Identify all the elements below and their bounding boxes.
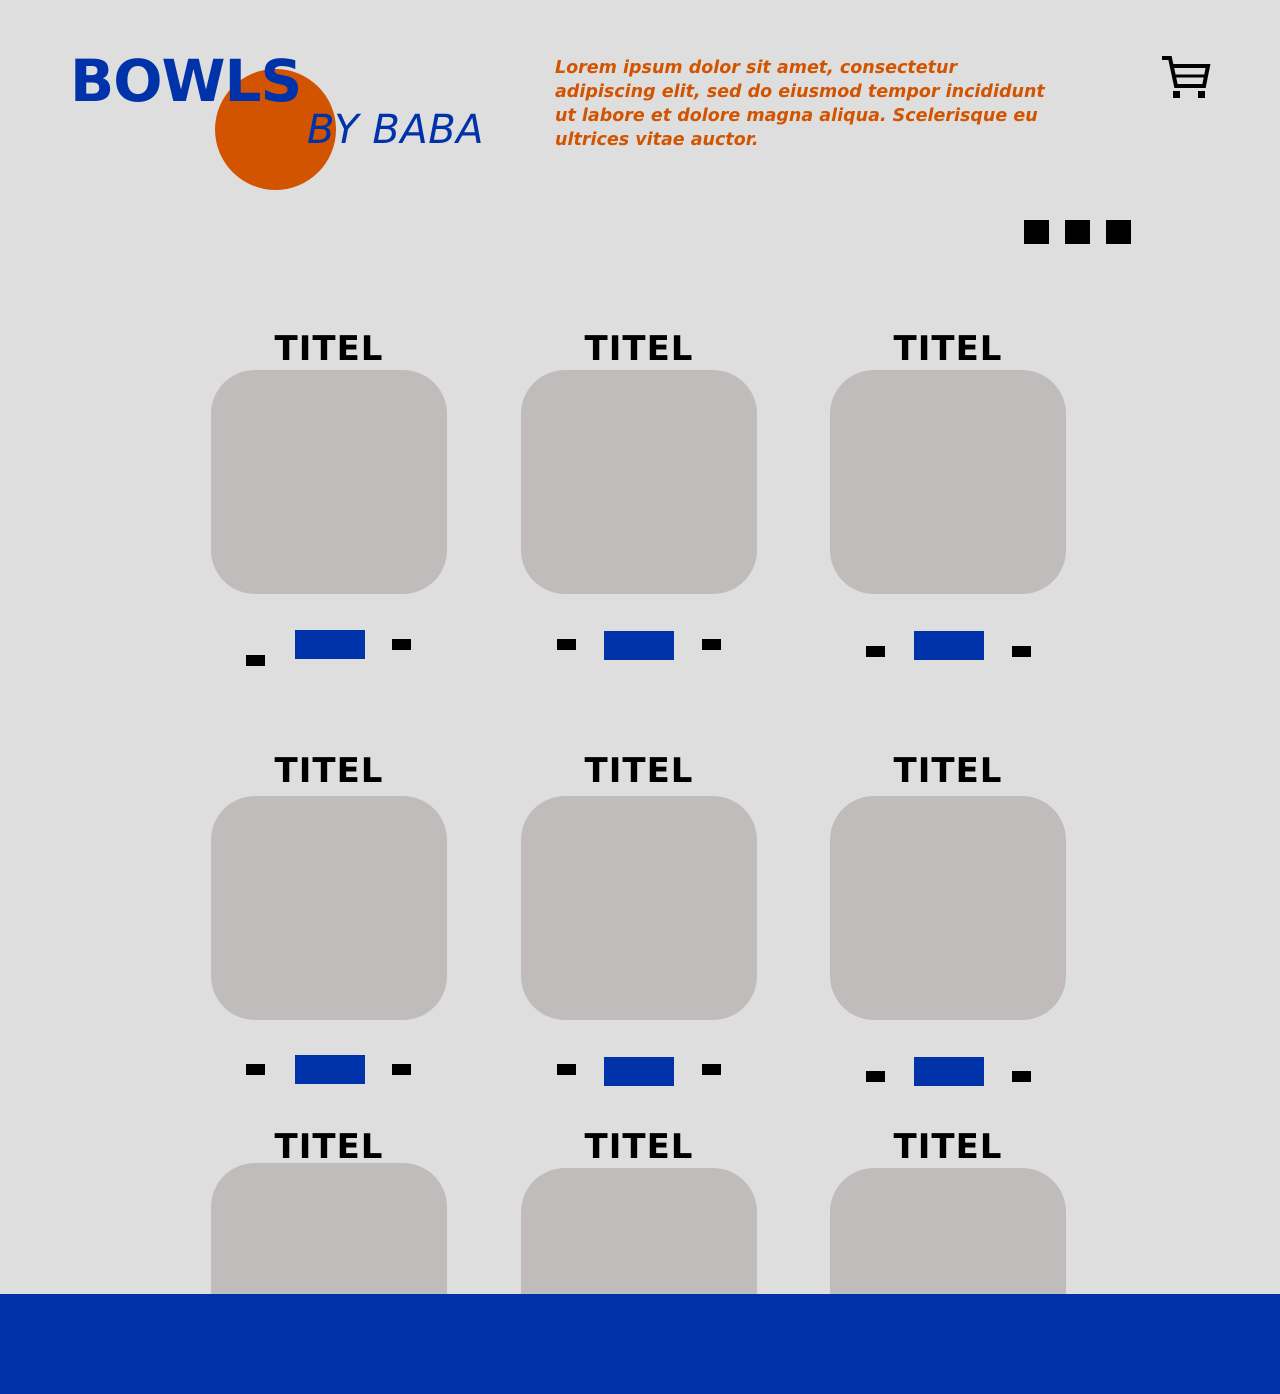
product-title: TITEL — [274, 329, 384, 369]
menu-dot — [1024, 220, 1049, 244]
product-image[interactable] — [211, 1163, 447, 1294]
product-title: TITEL — [893, 329, 1003, 369]
product-title: TITEL — [584, 1128, 694, 1167]
quantity-decrease-button[interactable] — [866, 1071, 885, 1082]
quantity-value[interactable] — [914, 631, 984, 660]
quantity-decrease-button[interactable] — [557, 1064, 576, 1075]
quantity-increase-button[interactable] — [392, 1064, 411, 1075]
product-title: TITEL — [274, 751, 384, 791]
product-card[interactable]: TITEL — [211, 330, 447, 670]
product-image[interactable] — [521, 796, 757, 1020]
menu-icon[interactable] — [1024, 220, 1131, 244]
product-image[interactable] — [830, 1168, 1066, 1294]
product-image[interactable] — [830, 370, 1066, 594]
quantity-decrease-button[interactable] — [246, 1064, 265, 1075]
product-image[interactable] — [830, 796, 1066, 1020]
quantity-increase-button[interactable] — [702, 639, 721, 650]
intro-text: Lorem ipsum dolor sit amet, consectetur … — [555, 58, 1045, 150]
product-title: TITEL — [274, 1128, 384, 1167]
quantity-increase-button[interactable] — [702, 1064, 721, 1075]
quantity-value[interactable] — [295, 1055, 365, 1084]
product-title: TITEL — [893, 1128, 1003, 1167]
logo-byline: BY BABA — [307, 107, 484, 153]
product-card[interactable]: TITEL — [521, 330, 757, 670]
product-title: TITEL — [893, 751, 1003, 791]
product-card[interactable]: TITEL — [830, 752, 1066, 1092]
quantity-increase-button[interactable] — [1012, 646, 1031, 657]
quantity-decrease-button[interactable] — [557, 639, 576, 650]
logo-title: BOWLS — [70, 47, 302, 115]
product-card[interactable]: TITEL — [521, 752, 757, 1092]
product-title: TITEL — [584, 751, 694, 791]
product-image[interactable] — [521, 370, 757, 594]
product-title: TITEL — [584, 329, 694, 369]
footer — [0, 1294, 1280, 1394]
product-card[interactable]: TITEL — [211, 752, 447, 1092]
product-image[interactable] — [521, 1168, 757, 1294]
quantity-increase-button[interactable] — [1012, 1071, 1031, 1082]
product-card[interactable]: TITEL — [830, 1128, 1066, 1294]
shopping-cart-icon[interactable] — [1160, 52, 1212, 104]
product-card[interactable]: TITEL — [211, 1128, 447, 1294]
product-card[interactable]: TITEL — [830, 330, 1066, 670]
menu-dot — [1065, 220, 1090, 244]
quantity-value[interactable] — [604, 1057, 674, 1086]
product-image[interactable] — [211, 370, 447, 594]
product-card[interactable]: TITEL — [521, 1128, 757, 1294]
menu-dot — [1106, 220, 1131, 244]
quantity-value[interactable] — [914, 1057, 984, 1086]
quantity-decrease-button[interactable] — [246, 655, 265, 666]
quantity-value[interactable] — [604, 631, 674, 660]
quantity-increase-button[interactable] — [392, 639, 411, 650]
quantity-value[interactable] — [295, 630, 365, 659]
quantity-decrease-button[interactable] — [866, 646, 885, 657]
product-image[interactable] — [211, 796, 447, 1020]
